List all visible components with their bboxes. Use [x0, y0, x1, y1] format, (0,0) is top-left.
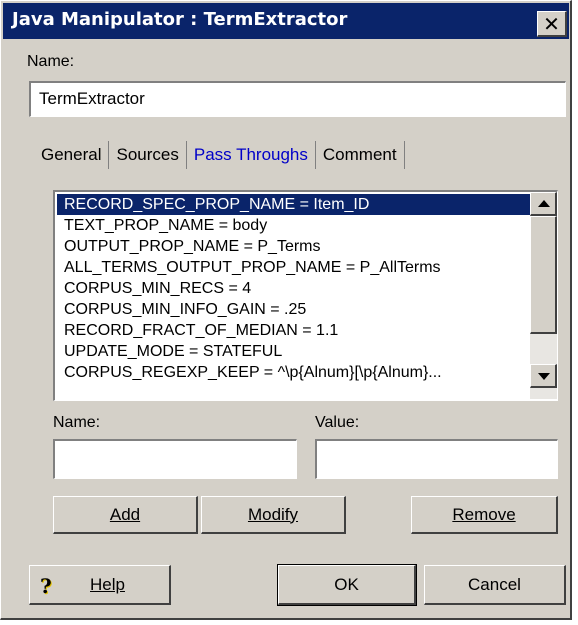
list-item[interactable]: UPDATE_MODE = STATEFUL [57, 341, 530, 362]
dialog-window: Java Manipulator : TermExtractor ✕ Name:… [0, 0, 572, 620]
pass-throughs-list[interactable]: RECORD_SPEC_PROP_NAME = Item_ID TEXT_PROP… [53, 190, 558, 401]
modify-button-label: Modify [247, 504, 299, 524]
tab-sources-label: Sources [116, 145, 179, 164]
help-button-label: Help [90, 574, 125, 594]
list-item[interactable]: CORPUS_REGEXP_KEEP = ^\p{Alnum}[\p{Alnum… [57, 362, 530, 383]
tab-pass-throughs-label: Pass Throughs [193, 145, 308, 164]
ok-button[interactable]: OK [277, 564, 417, 606]
list-item[interactable]: RECORD_FRACT_OF_MEDIAN = 1.1 [57, 320, 530, 341]
name-input-value: TermExtractor [39, 89, 145, 108]
list-item[interactable]: TEXT_PROP_NAME = body [57, 215, 530, 236]
cancel-button[interactable]: Cancel [424, 565, 566, 605]
tab-general[interactable]: General [39, 141, 110, 169]
list-item[interactable]: OUTPUT_PROP_NAME = P_Terms [57, 236, 530, 257]
title-bar[interactable]: Java Manipulator : TermExtractor ✕ [3, 3, 569, 39]
name-label: Name: [27, 53, 75, 70]
list-scrollbar[interactable] [530, 192, 557, 399]
add-button-label: Add [109, 504, 141, 524]
list-item[interactable]: ALL_TERMS_OUTPUT_PROP_NAME = P_AllTerms [57, 257, 530, 278]
tab-pass-throughs[interactable]: Pass Throughs [187, 141, 316, 169]
tab-sources[interactable]: Sources [109, 141, 187, 169]
remove-button[interactable]: Remove [411, 496, 558, 534]
list-items: RECORD_SPEC_PROP_NAME = Item_ID TEXT_PROP… [57, 194, 530, 383]
pass-through-name-label: Name: [53, 414, 101, 431]
tab-strip: General Sources Pass Throughs Comment [39, 141, 405, 171]
tab-comment[interactable]: Comment [316, 141, 405, 169]
help-button[interactable]: ? Help [29, 565, 171, 605]
scroll-down-button[interactable] [530, 364, 557, 388]
close-icon: ✕ [543, 11, 560, 36]
list-item[interactable]: RECORD_SPEC_PROP_NAME = Item_ID [57, 194, 530, 215]
add-button[interactable]: Add [53, 496, 198, 534]
pass-through-value-label: Value: [315, 414, 360, 431]
modify-button[interactable]: Modify [201, 496, 346, 534]
ok-button-label: OK [334, 574, 359, 594]
help-icon: ? [40, 574, 52, 598]
pass-through-name-input[interactable] [53, 439, 297, 479]
list-item[interactable]: CORPUS_MIN_INFO_GAIN = .25 [57, 299, 530, 320]
close-button[interactable]: ✕ [537, 11, 567, 37]
pass-through-value-input[interactable] [315, 439, 558, 479]
cancel-button-label: Cancel [468, 574, 521, 594]
name-input[interactable]: TermExtractor [29, 81, 566, 117]
arrow-up-icon [538, 200, 550, 207]
remove-button-label: Remove [452, 504, 516, 524]
scroll-thumb[interactable] [530, 216, 557, 334]
tab-comment-label: Comment [322, 145, 397, 164]
tab-general-label: General [41, 145, 102, 164]
arrow-down-icon [538, 373, 550, 380]
scroll-up-button[interactable] [530, 192, 557, 216]
list-item[interactable]: CORPUS_MIN_RECS = 4 [57, 278, 530, 299]
window-title: Java Manipulator : TermExtractor [12, 9, 348, 30]
